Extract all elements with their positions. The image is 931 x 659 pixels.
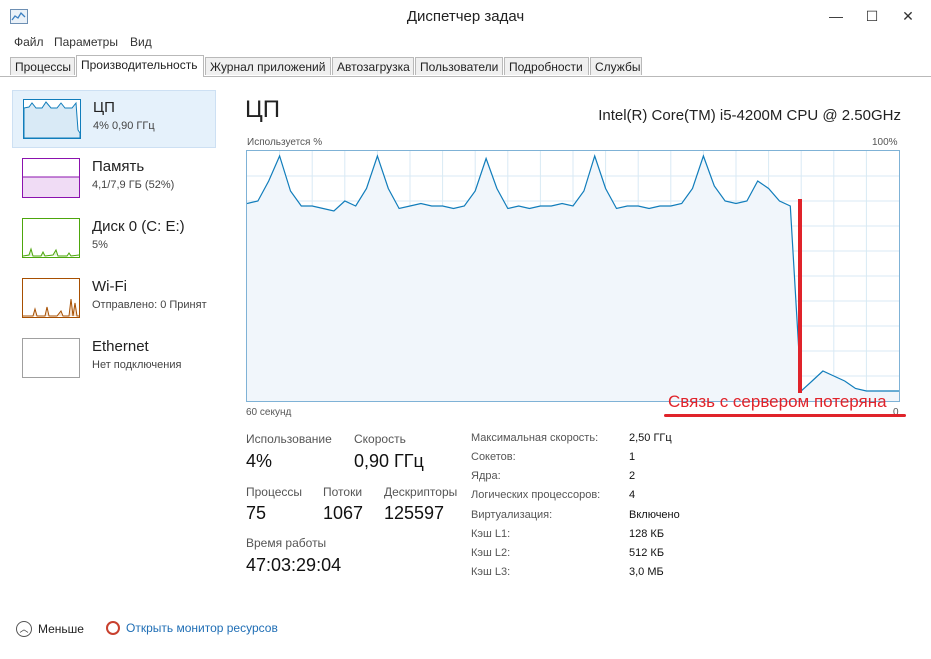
info-sockets-value: 1 — [629, 451, 636, 463]
resource-cpu[interactable]: ЦП 4% 0,90 ГГц — [12, 90, 216, 148]
info-sockets-label: Сокетов: — [471, 451, 516, 463]
menu-options[interactable]: Параметры — [54, 35, 118, 49]
info-l1-label: Кэш L1: — [471, 528, 511, 540]
info-cores-value: 2 — [629, 470, 636, 482]
resource-memory[interactable]: Память 4,1/7,9 ГБ (52%) — [12, 150, 216, 208]
fewer-details-button[interactable]: ︿ Меньше — [16, 621, 84, 637]
ethernet-thumbnail-graph — [22, 338, 80, 378]
menu-file[interactable]: Файл — [14, 35, 44, 49]
tab-details[interactable]: Подробности — [504, 57, 589, 75]
graph-ylabel: Используется % — [247, 137, 323, 148]
tab-users[interactable]: Пользователи — [415, 57, 503, 75]
wifi-thumbnail-graph — [22, 278, 80, 318]
tab-performance[interactable]: Производительность — [76, 55, 204, 77]
resource-ethernet[interactable]: Ethernet Нет подключения — [12, 330, 216, 388]
info-logical-value: 4 — [629, 489, 636, 501]
utilization-label: Использование — [246, 432, 332, 446]
resource-cpu-name: ЦП — [93, 99, 115, 116]
threads-label: Потоки — [323, 485, 363, 499]
processes-label: Процессы — [246, 485, 303, 499]
resource-wifi[interactable]: Wi-Fi Отправлено: 0 Принят — [12, 270, 216, 328]
menu-bar: Файл Параметры Вид — [0, 33, 931, 53]
utilization-value: 4% — [246, 451, 273, 471]
processes-value: 75 — [246, 503, 267, 523]
uptime-label: Время работы — [246, 536, 327, 550]
tab-startup[interactable]: Автозагрузка — [332, 57, 414, 75]
info-logical-label: Логических процессоров: — [471, 489, 601, 501]
graph-max-label: 100% — [872, 137, 898, 148]
resource-wifi-name: Wi-Fi — [92, 278, 127, 295]
info-l3-label: Кэш L3: — [471, 566, 511, 578]
threads-value: 1067 — [323, 503, 364, 523]
open-resource-monitor-label: Открыть монитор ресурсов — [126, 621, 278, 635]
speed-label: Скорость — [354, 432, 406, 446]
tab-app-history[interactable]: Журнал приложений — [205, 57, 331, 75]
tab-services[interactable]: Службы — [590, 57, 642, 75]
open-resource-monitor-link[interactable]: Открыть монитор ресурсов — [106, 621, 278, 635]
menu-view[interactable]: Вид — [130, 35, 152, 49]
memory-thumbnail-graph — [22, 158, 80, 198]
resource-disk-name: Диск 0 (C: E:) — [92, 218, 185, 235]
info-max-speed-label: Максимальная скорость: — [471, 432, 599, 444]
tab-strip: Процессы Производительность Журнал прило… — [0, 55, 931, 77]
info-l3-value: 3,0 МБ — [629, 566, 664, 578]
info-cores-label: Ядра: — [471, 470, 501, 482]
resource-disk[interactable]: Диск 0 (C: E:) 5% — [12, 210, 216, 268]
resource-ethernet-sub: Нет подключения — [92, 359, 182, 371]
handles-value: 125597 — [384, 503, 445, 523]
resource-wifi-sub: Отправлено: 0 Принят — [92, 299, 207, 311]
resource-ethernet-name: Ethernet — [92, 338, 149, 355]
minimize-button[interactable]: — — [822, 6, 850, 26]
close-button[interactable]: ✕ — [894, 6, 922, 26]
speed-value: 0,90 ГГц — [354, 451, 424, 471]
cpu-title: ЦП — [245, 96, 281, 123]
info-virtualization-label: Виртуализация: — [471, 509, 553, 521]
resource-memory-sub: 4,1/7,9 ГБ (52%) — [92, 179, 175, 191]
annotation-marker-line — [798, 199, 802, 393]
handles-label: Дескрипторы — [384, 485, 458, 499]
disk-thumbnail-graph — [22, 218, 80, 258]
fewer-details-label: Меньше — [38, 622, 84, 636]
cpu-thumbnail-graph — [23, 99, 81, 139]
info-virtualization-value: Включено — [629, 509, 680, 521]
maximize-button[interactable]: ☐ — [858, 6, 886, 26]
title-bar: Диспетчер задач — ☐ ✕ — [0, 0, 931, 34]
footer-bar: ︿ Меньше Открыть монитор ресурсов — [0, 611, 931, 659]
resource-monitor-icon — [106, 621, 120, 635]
uptime-value: 47:03:29:04 — [246, 555, 342, 575]
tab-processes[interactable]: Процессы — [10, 57, 75, 75]
resource-list: ЦП 4% 0,90 ГГц Память 4,1/7,9 ГБ (52%) Д… — [12, 87, 218, 587]
resource-memory-name: Память — [92, 158, 145, 175]
cpu-model: Intel(R) Core(TM) i5-4200M CPU @ 2.50GHz — [598, 107, 901, 124]
info-l2-value: 512 КБ — [629, 547, 665, 559]
graph-time-label: 60 секунд — [246, 407, 292, 418]
annotation-underline — [664, 414, 906, 417]
annotation-text: Связь с сервером потеряна — [668, 392, 887, 411]
resource-disk-sub: 5% — [92, 239, 108, 251]
resource-cpu-sub: 4% 0,90 ГГц — [93, 120, 155, 132]
info-max-speed-value: 2,50 ГГц — [629, 432, 672, 444]
window-title: Диспетчер задач — [406, 8, 525, 25]
info-l1-value: 128 КБ — [629, 528, 665, 540]
chevron-up-icon: ︿ — [16, 621, 32, 637]
info-l2-label: Кэш L2: — [471, 547, 511, 559]
